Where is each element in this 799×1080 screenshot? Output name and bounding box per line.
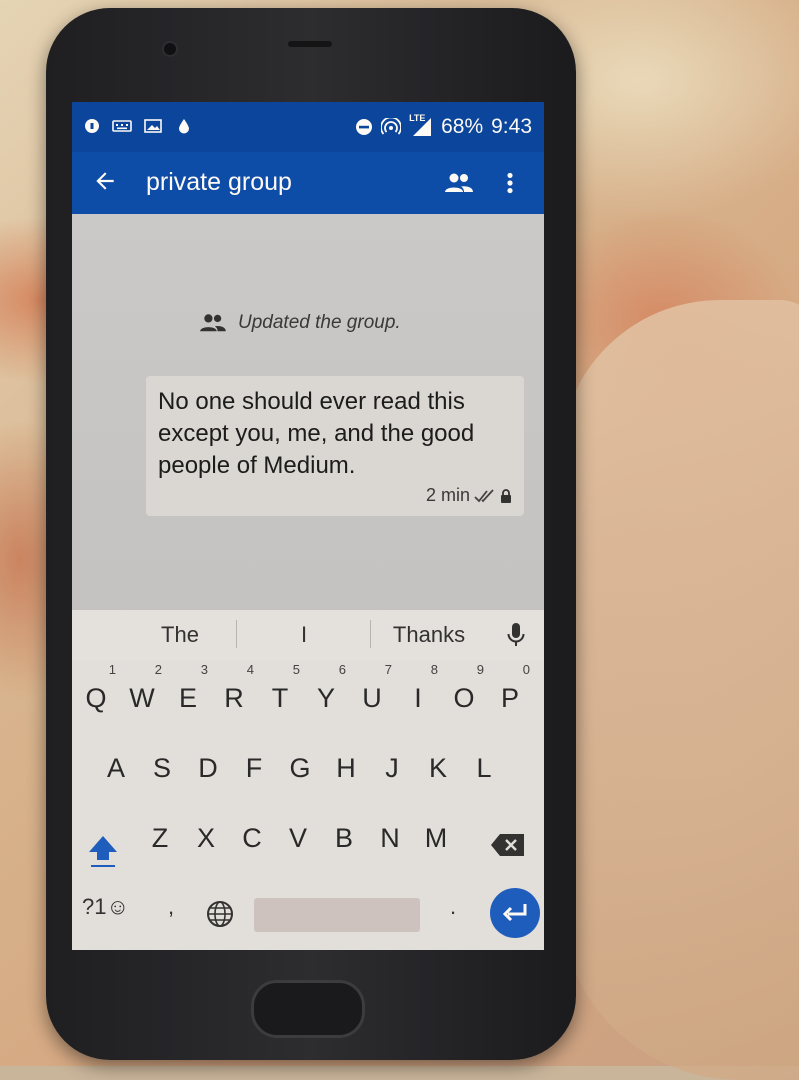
delivered-checkmarks-icon <box>474 488 494 502</box>
battery-percent: 68% <box>441 115 484 138</box>
phone: LTE 68% 9:43 private group Updated the g… <box>46 8 576 1060</box>
home-button[interactable] <box>251 980 365 1038</box>
key-u[interactable]: U7 <box>352 662 392 726</box>
suggestion-divider <box>236 620 237 648</box>
key-n[interactable]: N <box>370 810 410 866</box>
enter-arrow-icon <box>502 904 527 922</box>
suggestion-3[interactable]: Thanks <box>384 622 474 648</box>
key-l[interactable]: L <box>464 740 504 796</box>
chat-title[interactable]: private group <box>146 168 292 197</box>
keyboard: The I Thanks Q1 W2 E3 R4 T5 Y6 U7 I8 O9 … <box>72 610 544 950</box>
app-toolbar: private group <box>72 152 544 214</box>
key-y[interactable]: Y6 <box>306 662 346 726</box>
key-f[interactable]: F <box>234 740 274 796</box>
conversation-view: Updated the group. No one should ever re… <box>72 214 544 710</box>
key-x[interactable]: X <box>186 810 226 866</box>
key-g[interactable]: G <box>280 740 320 796</box>
key-p[interactable]: P0 <box>490 662 530 726</box>
suggestion-1[interactable]: The <box>138 622 222 648</box>
group-icon <box>200 314 226 332</box>
phone-screen: LTE 68% 9:43 private group Updated the g… <box>72 102 544 950</box>
group-update-notice: Updated the group. <box>198 312 401 334</box>
globe-icon[interactable] <box>206 900 234 928</box>
drop-icon <box>179 119 189 134</box>
key-m[interactable]: M <box>416 810 456 866</box>
key-b[interactable]: B <box>324 810 364 866</box>
message-time: 2 min <box>425 485 470 505</box>
key-r[interactable]: R4 <box>214 662 254 726</box>
update-notice-text: Updated the group. <box>238 312 401 333</box>
symbols-key[interactable]: ?1☺ <box>82 894 129 920</box>
hand <box>560 300 799 1080</box>
outgoing-message-bubble[interactable]: No one should ever read this except you,… <box>146 376 524 516</box>
space-bar[interactable] <box>254 898 420 932</box>
key-v[interactable]: V <box>278 810 318 866</box>
key-h[interactable]: H <box>326 740 366 796</box>
do-not-disturb-icon <box>356 119 373 135</box>
status-right-group: LTE 68% 9:43 <box>355 113 532 140</box>
key-w[interactable]: W2 <box>122 662 162 726</box>
lock-icon <box>501 488 511 503</box>
key-k[interactable]: K <box>418 740 458 796</box>
image-icon <box>144 119 162 133</box>
enter-key[interactable] <box>490 888 540 938</box>
key-a[interactable]: A <box>96 740 136 796</box>
back-arrow-icon[interactable] <box>92 168 118 194</box>
backspace-key-icon[interactable] <box>490 832 526 858</box>
keyboard-icon <box>112 120 132 132</box>
clock: 9:43 <box>491 115 532 138</box>
key-j[interactable]: J <box>372 740 412 796</box>
key-e[interactable]: E3 <box>168 662 208 726</box>
overflow-menu-icon[interactable] <box>505 170 515 196</box>
suggestion-divider <box>370 620 371 648</box>
key-z[interactable]: Z <box>140 810 180 866</box>
period-key[interactable]: . <box>450 894 456 920</box>
comma-key[interactable]: , <box>168 894 174 920</box>
shift-key-icon[interactable] <box>86 832 120 872</box>
group-members-icon[interactable] <box>444 170 474 196</box>
lte-signal-icon: LTE <box>409 113 433 137</box>
suggestion-2[interactable]: I <box>262 622 346 648</box>
key-q[interactable]: Q1 <box>76 662 116 726</box>
front-camera <box>162 41 178 57</box>
key-i[interactable]: I8 <box>398 662 438 726</box>
key-d[interactable]: D <box>188 740 228 796</box>
hotspot-icon <box>381 118 402 135</box>
key-c[interactable]: C <box>232 810 272 866</box>
message-meta: 2 min <box>426 485 512 506</box>
key-t[interactable]: T5 <box>260 662 300 726</box>
shield-lock-icon <box>85 119 99 133</box>
microphone-icon[interactable] <box>506 622 526 648</box>
suggestion-strip: The I Thanks <box>72 610 544 660</box>
message-text: No one should ever read this except you,… <box>158 388 475 479</box>
status-bar: LTE 68% 9:43 <box>72 102 544 152</box>
earpiece-speaker <box>288 41 332 47</box>
key-o[interactable]: O9 <box>444 662 484 726</box>
key-s[interactable]: S <box>142 740 182 796</box>
